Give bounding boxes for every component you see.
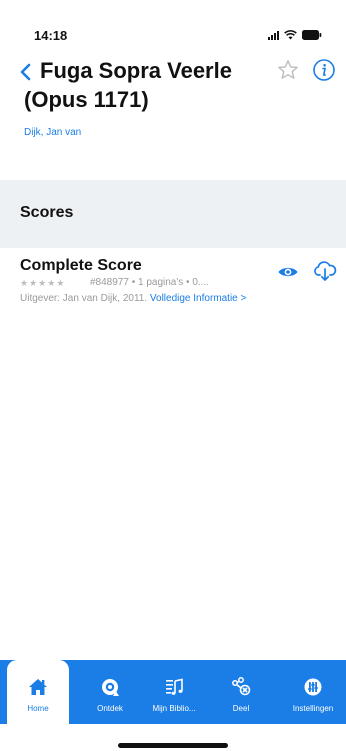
- score-meta: #848977 • 1 pagina's • 0....: [90, 277, 209, 288]
- tab-label: Deel: [232, 704, 250, 713]
- home-icon: [27, 676, 49, 698]
- publisher-line: Uitgever: Jan van Dijk, 2011. Volledige …: [20, 293, 246, 304]
- tab-label: Mijn Biblio...: [152, 704, 196, 713]
- star-icon: ★: [56, 278, 65, 288]
- star-icon: ★: [47, 278, 56, 288]
- share-icon: [230, 676, 252, 698]
- section-title: Scores: [20, 204, 74, 221]
- scores-section-header: Scores: [0, 180, 346, 248]
- status-time: 14:18: [34, 28, 68, 43]
- tab-library[interactable]: Mijn Biblio...: [143, 660, 205, 724]
- battery-icon: [302, 30, 322, 40]
- score-title: Complete Score: [20, 257, 142, 274]
- tab-bar: Home Ontdek Mijn Biblio... Deel Instelli…: [0, 660, 346, 724]
- status-icons: [268, 30, 322, 40]
- tab-label: Instellingen: [292, 704, 334, 713]
- rating-stars: ★ ★ ★ ★ ★: [20, 279, 64, 288]
- page-title: Fuga Sopra Veerle (Opus 1171): [24, 58, 232, 112]
- score-list-item[interactable]: Complete Score ★ ★ ★ ★ ★ #848977 • 1 pag…: [0, 252, 346, 322]
- home-indicator-area: [0, 724, 346, 751]
- home-indicator[interactable]: [118, 743, 228, 748]
- more-info-link[interactable]: Volledige Informatie >: [150, 293, 246, 304]
- star-icon: ★: [29, 278, 38, 288]
- tab-discover[interactable]: Ontdek: [79, 660, 141, 724]
- tab-label: Home: [27, 704, 49, 713]
- info-icon[interactable]: [312, 58, 336, 82]
- cloud-download-icon[interactable]: [313, 260, 337, 282]
- star-icon: ★: [38, 278, 47, 288]
- tab-share[interactable]: Deel: [210, 660, 272, 724]
- wifi-icon: [284, 30, 297, 40]
- composer-link[interactable]: Dijk, Jan van: [24, 127, 81, 138]
- tab-home[interactable]: Home: [7, 660, 69, 724]
- status-bar: 14:18: [0, 0, 346, 62]
- favorite-star-icon[interactable]: [276, 58, 300, 82]
- library-icon: [163, 676, 185, 698]
- signal-icon: [268, 30, 279, 40]
- publisher-text: Uitgever: Jan van Dijk, 2011.: [20, 293, 150, 304]
- discover-icon: [99, 676, 121, 698]
- tab-settings[interactable]: Instellingen: [280, 660, 346, 724]
- eye-icon[interactable]: [277, 264, 299, 280]
- star-icon: ★: [20, 278, 29, 288]
- settings-icon: [302, 676, 324, 698]
- tab-label: Ontdek: [97, 704, 123, 713]
